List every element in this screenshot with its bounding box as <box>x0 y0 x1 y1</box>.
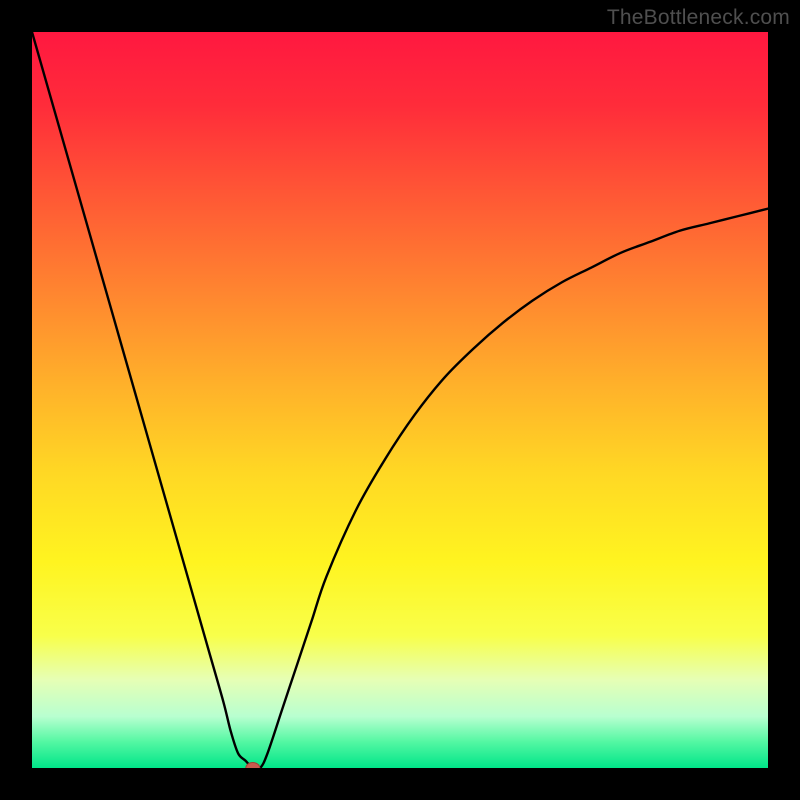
gradient-background <box>32 32 768 768</box>
bottleneck-chart <box>32 32 768 768</box>
chart-frame: TheBottleneck.com <box>0 0 800 800</box>
plot-area <box>32 32 768 768</box>
watermark-text: TheBottleneck.com <box>607 6 790 30</box>
